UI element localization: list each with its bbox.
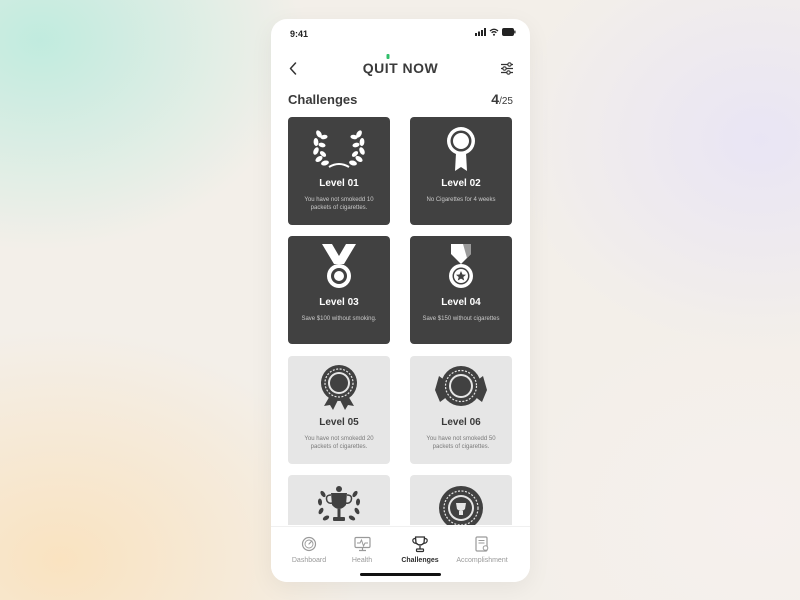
challenge-level: Level 01 — [319, 178, 359, 189]
challenges-grid: Level 01 You have not smokedd 10 packets… — [288, 117, 513, 525]
challenge-level: Level 04 — [441, 297, 481, 308]
challenge-level: Level 02 — [441, 178, 481, 189]
trophy-wreath-icon — [317, 486, 361, 521]
status-time: 9:41 — [290, 29, 309, 39]
ribbon-medal-icon — [322, 244, 356, 288]
tab-accomplishment[interactable]: Accomplishment — [451, 535, 513, 564]
status-bar: 9:41 — [271, 19, 530, 49]
challenge-description: No Cigarettes for 4 weeks — [426, 197, 496, 203]
bottom-tab-bar: Dashboard Health Challenges Accomplishme… — [271, 526, 530, 582]
challenge-description: You have not smokedd 20 packets of cigar… — [304, 436, 374, 450]
star-medal-icon — [449, 244, 473, 288]
laurel-wreath-icon — [313, 130, 365, 168]
seal-badge-icon — [321, 365, 357, 410]
home-indicator — [360, 573, 441, 576]
signal-icon — [475, 28, 486, 36]
certificate-icon — [475, 535, 489, 552]
tab-label: Health — [351, 557, 373, 564]
wifi-icon — [489, 28, 499, 36]
rosette-medal-icon — [447, 127, 475, 171]
tab-health[interactable]: Health — [332, 535, 392, 564]
trophy-icon — [412, 536, 428, 553]
battery-icon — [502, 28, 516, 36]
progress-done: 4 — [491, 91, 500, 107]
top-bar: QUI T NOW — [271, 54, 530, 83]
challenge-level: Level 06 — [441, 417, 481, 428]
filter-button[interactable] — [498, 58, 516, 78]
winged-seal-icon — [435, 366, 487, 406]
status-icons — [475, 28, 516, 36]
challenge-description: You have not smokedd 50 packets of cigar… — [426, 436, 496, 450]
challenge-level: Level 03 — [319, 297, 359, 308]
progress-count: 4/25 — [491, 91, 513, 109]
challenge-level: Level 05 — [319, 417, 359, 428]
section-title: Challenges — [288, 92, 358, 107]
tab-dashboard[interactable]: Dashboard — [279, 535, 339, 564]
phone-screen: 9:41 QUI T NOW Challenges 4/25 Level 01 … — [271, 19, 530, 582]
challenge-description: You have not smokedd 10 packets of cigar… — [304, 197, 374, 211]
progress-total: /25 — [499, 96, 513, 107]
challenge-card-level-03[interactable]: Level 03 Save $100 without smoking. — [288, 236, 390, 344]
cigarette-icon — [386, 54, 390, 59]
tab-label: Challenges — [401, 557, 439, 564]
challenge-description: Save $150 without cigarettes — [422, 316, 500, 322]
tab-label: Dashboard — [291, 557, 327, 564]
app-title-part-2: I — [384, 60, 390, 76]
challenge-card-level-08[interactable] — [410, 475, 512, 525]
sliders-icon — [501, 61, 513, 75]
challenge-card-level-02[interactable]: Level 02 No Cigarettes for 4 weeks — [410, 117, 512, 225]
tab-challenges[interactable]: Challenges — [390, 535, 450, 564]
challenge-card-level-07[interactable] — [288, 475, 390, 525]
heart-monitor-icon — [353, 536, 371, 552]
challenge-card-level-04[interactable]: Level 04 Save $150 without cigarettes — [410, 236, 512, 344]
section-header: Challenges 4/25 — [288, 91, 513, 111]
tab-label: Accomplishment — [456, 557, 508, 564]
challenge-card-level-05[interactable]: Level 05 You have not smokedd 20 packets… — [288, 356, 390, 464]
app-title-i: I — [384, 54, 390, 76]
challenge-description: Save $100 without smoking. — [301, 316, 377, 322]
speedometer-icon — [301, 536, 317, 552]
app-title-part-1: QU — [362, 60, 385, 76]
app-title-part-3: T NOW — [389, 60, 439, 76]
app-title: QUI T NOW — [271, 54, 530, 76]
challenge-card-level-01[interactable]: Level 01 You have not smokedd 10 packets… — [288, 117, 390, 225]
emblem-badge-icon — [439, 486, 483, 525]
challenge-card-level-06[interactable]: Level 06 You have not smokedd 50 packets… — [410, 356, 512, 464]
